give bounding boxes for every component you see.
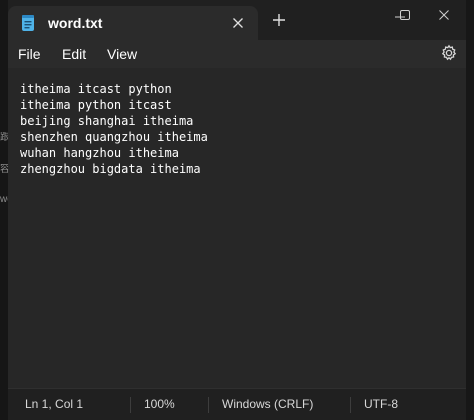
status-divider: [350, 397, 351, 413]
status-bar: Ln 1, Col 1 100% Windows (CRLF) UTF-8: [8, 388, 466, 420]
tab-close-icon[interactable]: [232, 16, 244, 34]
text-editor[interactable]: itheima itcast python itheima python itc…: [8, 68, 466, 388]
menu-edit[interactable]: Edit: [62, 45, 86, 63]
status-divider: [130, 397, 131, 413]
editor-line[interactable]: itheima itcast python: [20, 81, 208, 97]
tab-word-txt[interactable]: word.txt: [8, 6, 258, 40]
zoom-level[interactable]: 100%: [144, 397, 175, 411]
settings-gear-icon[interactable]: [440, 44, 458, 67]
maximize-icon[interactable]: [389, 6, 421, 28]
cursor-position: Ln 1, Col 1: [25, 397, 84, 411]
window-shadow-edge: [466, 0, 474, 420]
notepad-window: word.txt File Edit View itheima itcast p…: [8, 0, 466, 420]
editor-line[interactable]: itheima python itcast: [20, 97, 208, 113]
menu-file[interactable]: File: [18, 45, 41, 63]
status-divider: [208, 397, 209, 413]
editor-content[interactable]: itheima itcast python itheima python itc…: [20, 81, 208, 177]
editor-line[interactable]: zhengzhou bigdata itheima: [20, 161, 208, 177]
editor-line[interactable]: shenzhen quangzhou itheima: [20, 129, 208, 145]
window-close-icon[interactable]: [428, 6, 460, 28]
background-text-fragment: 跟: [0, 132, 8, 143]
encoding[interactable]: UTF-8: [364, 397, 398, 411]
title-bar[interactable]: word.txt: [8, 0, 466, 40]
tab-title: word.txt: [48, 15, 103, 31]
menu-view[interactable]: View: [107, 45, 137, 63]
editor-line[interactable]: wuhan hangzhou itheima: [20, 145, 208, 161]
new-tab-plus-icon[interactable]: [272, 13, 286, 32]
background-text-fragment: wo: [0, 194, 8, 205]
menu-bar: File Edit View: [8, 40, 466, 68]
editor-line[interactable]: beijing shanghai itheima: [20, 113, 208, 129]
background-text-fragment: 容: [0, 164, 8, 175]
background-window-edge: 跟 容 wo: [0, 0, 8, 420]
line-ending[interactable]: Windows (CRLF): [222, 397, 313, 411]
notepad-document-icon: [20, 14, 36, 37]
